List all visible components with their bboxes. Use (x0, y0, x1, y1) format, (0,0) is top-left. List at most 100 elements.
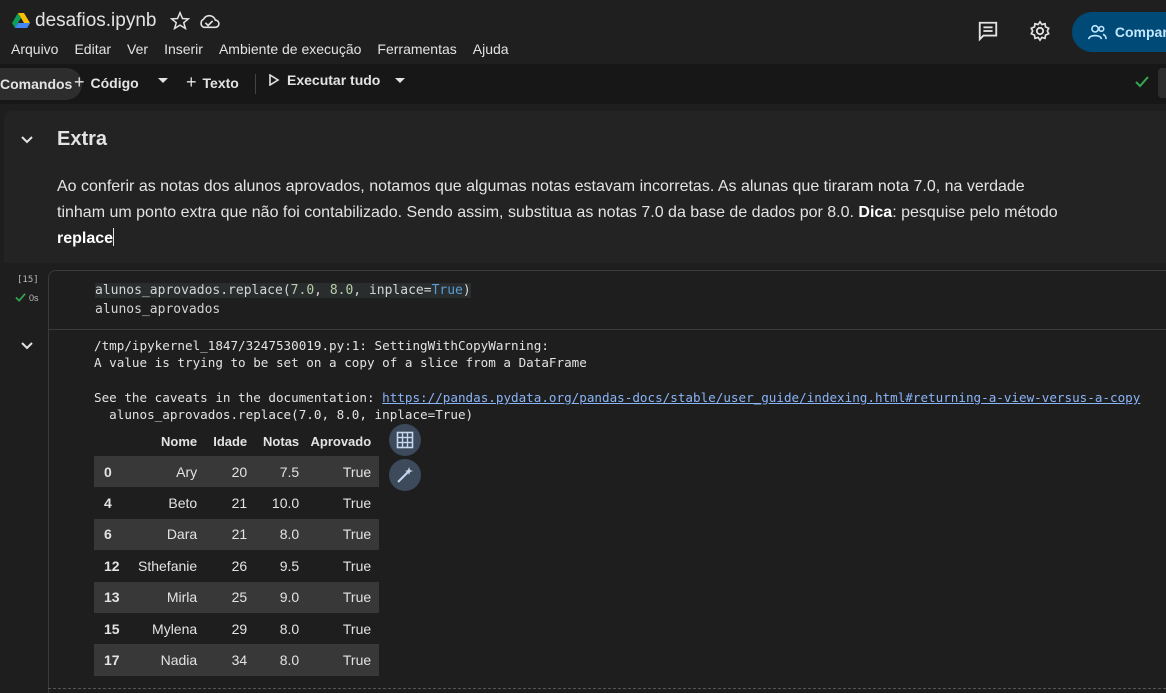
runtime-connected-check-icon[interactable] (1134, 74, 1150, 90)
share-label: Compartilhar (1114, 24, 1166, 40)
table-row: 12 Sthefanie 26 9.5 True (94, 550, 380, 582)
commands-button[interactable]: Comandos (0, 68, 83, 100)
paragraph-text-2: : pesquise pelo método (892, 204, 1058, 221)
row-index-cell: 0 (94, 456, 130, 488)
warning-prefix: See the caveats in the documentation: (94, 390, 383, 405)
table-cell: 9.5 (255, 550, 308, 582)
column-header: Nome (161, 433, 198, 449)
table-cell: 9.0 (255, 581, 308, 613)
code-number: 7.0 (290, 283, 315, 298)
code-token: alunos_aprovados.replace( (95, 283, 291, 298)
collapse-section-chevron-icon[interactable] (20, 133, 34, 147)
run-all-label: Executar tudo (287, 72, 381, 88)
row-index-cell: 6 (94, 518, 130, 551)
column-header: Notas (263, 433, 300, 449)
table-cell: 8.0 (255, 612, 308, 645)
suggest-chart-button[interactable] (389, 459, 421, 491)
table-cell: 29 (205, 612, 256, 645)
runtime-status-edge[interactable] (1158, 68, 1166, 98)
people-icon (1088, 24, 1107, 40)
convert-to-interactive-table-button[interactable] (389, 424, 421, 456)
comment-icon[interactable] (977, 20, 999, 42)
warning-line-4: alunos_aprovados.replace(7.0, 8.0, inpla… (94, 407, 474, 422)
table-body: 0 Ary 20 7.5 True 4 Beto 21 10.0 True 6 Dara 21 8.0 Tr… (94, 456, 380, 676)
code-keyword: True (431, 283, 463, 298)
notebook-title[interactable]: desafios.ipynb (35, 10, 156, 32)
add-code-label: Código (90, 74, 139, 91)
table-cell: Beto (130, 487, 206, 519)
table-cell: 21 (205, 487, 256, 519)
section-paragraph: Ao conferir as notas dos alunos aprovado… (57, 174, 1067, 252)
menu-ajuda[interactable]: Ajuda (473, 41, 509, 57)
table-cell: True (307, 518, 380, 551)
play-icon (269, 74, 280, 86)
add-text-button[interactable]: + Texto (186, 72, 239, 93)
cloud-saved-icon[interactable] (198, 12, 220, 30)
column-header: Aprovado (310, 433, 372, 449)
table-cell: 25 (205, 581, 256, 613)
menu-ver[interactable]: Ver (127, 41, 148, 57)
warning-line-3: See the caveats in the documentation: ht… (94, 390, 1140, 405)
table-row: 6 Dara 21 8.0 True (94, 518, 380, 551)
warning-line-2: A value is trying to be set on a copy of… (94, 355, 587, 370)
row-index-cell: 13 (94, 581, 130, 613)
table-cell: 20 (205, 456, 256, 488)
menu-inserir[interactable]: Inserir (164, 41, 203, 57)
docs-link[interactable]: https://pandas.pydata.org/pandas-docs/st… (382, 390, 1140, 405)
table-row: 17 Nadia 34 8.0 True (94, 644, 380, 676)
table-cell: Mirla (130, 581, 206, 613)
code-number: 8.0 (329, 283, 354, 298)
text-cursor (113, 228, 115, 246)
menu-bar: Arquivo Editar Ver Inserir Ambiente de e… (11, 41, 525, 57)
table-row: 15 Mylena 29 8.0 True (94, 612, 380, 645)
magic-wand-icon (397, 467, 413, 483)
run-all-dropdown-chevron-icon[interactable] (395, 78, 405, 83)
table-cell: 21 (205, 518, 256, 551)
gear-icon[interactable] (1029, 20, 1051, 42)
menu-ambiente-de-execucao[interactable]: Ambiente de execução (219, 41, 361, 57)
table-cell: Nadia (130, 644, 206, 676)
code-token: , inplace= (353, 283, 432, 298)
table-row: 4 Beto 21 10.0 True (94, 487, 380, 519)
table-cell: True (307, 581, 380, 613)
table-cell: Dara (130, 518, 206, 551)
row-index-cell: 15 (94, 612, 130, 645)
table-cell: True (307, 644, 380, 676)
row-index-cell: 17 (94, 644, 130, 676)
plus-icon: + (186, 72, 197, 92)
code-line-1[interactable]: alunos_aprovados.replace(7.0, 8.0, inpla… (95, 283, 471, 298)
code-dropdown-chevron-icon[interactable] (158, 78, 168, 83)
collapse-output-chevron-icon[interactable] (20, 339, 34, 353)
code-line-2[interactable]: alunos_aprovados (95, 302, 220, 317)
table-grid-icon (396, 431, 414, 449)
column-header: Idade (213, 433, 248, 449)
menu-ferramentas[interactable]: Ferramentas (377, 41, 456, 57)
table-cell: Ary (130, 456, 206, 488)
run-all-button[interactable]: Executar tudo (268, 72, 380, 88)
star-icon[interactable] (170, 11, 190, 31)
menu-editar[interactable]: Editar (74, 41, 111, 57)
share-button[interactable]: Compartilhar (1072, 12, 1166, 52)
table-row: 13 Mirla 25 9.0 True (94, 581, 380, 613)
menu-arquivo[interactable]: Arquivo (11, 41, 58, 57)
row-index-cell: 12 (94, 550, 130, 582)
execution-success-check-icon (15, 293, 26, 302)
paragraph-bold-replace: replace (57, 230, 114, 247)
table-row: 0 Ary 20 7.5 True (94, 456, 380, 488)
add-text-label: Texto (202, 74, 239, 91)
add-code-button[interactable]: + Código (74, 72, 139, 93)
app-header: desafios.ipynb Arquivo Editar Ver Inseri… (0, 0, 1166, 64)
execution-status: 0s (15, 292, 39, 303)
table-cell: True (307, 456, 380, 488)
code-cell-editor[interactable] (48, 270, 1166, 330)
table-cell: True (307, 612, 380, 645)
plus-icon: + (74, 72, 85, 92)
table-cell: True (307, 550, 380, 582)
drive-logo-icon[interactable] (12, 13, 30, 29)
column-header (94, 426, 130, 456)
table-cell: 7.5 (255, 456, 308, 488)
code-token: , (314, 283, 330, 298)
table-cell: True (307, 487, 380, 519)
output-bottom-divider (48, 688, 1166, 689)
code-token: ) (462, 283, 471, 298)
